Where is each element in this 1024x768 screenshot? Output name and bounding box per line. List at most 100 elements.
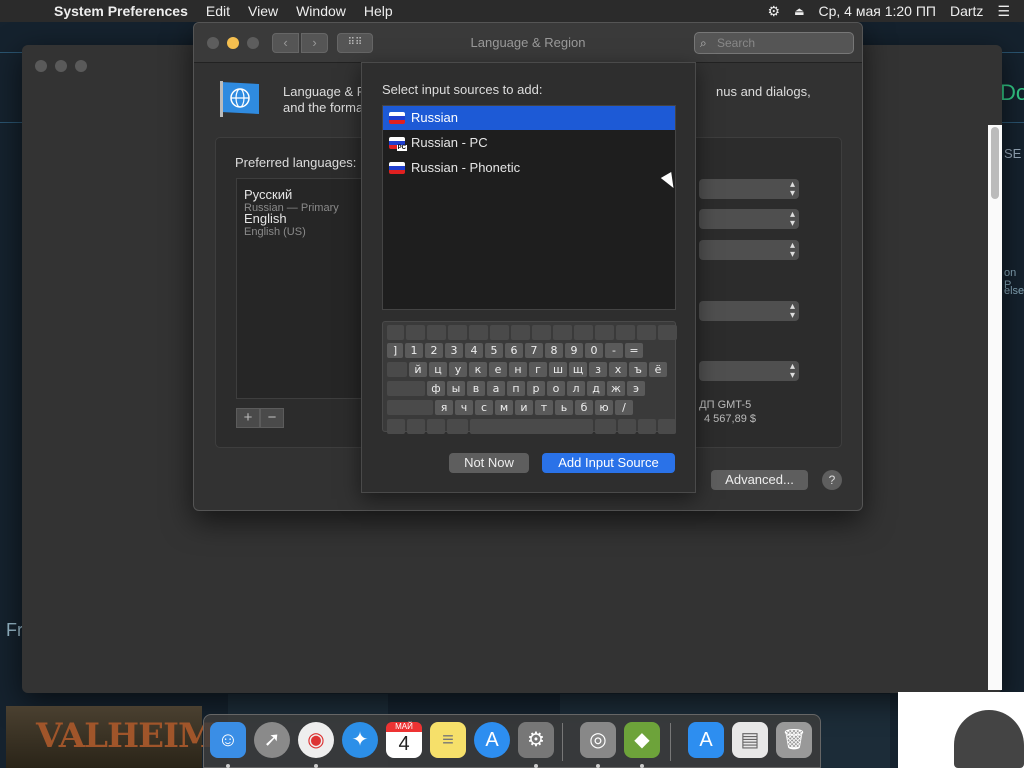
keyboard-key [387,381,425,396]
keyboard-row [387,419,678,435]
header-description: Language & R and the forma [283,84,366,116]
running-indicator [596,764,600,768]
eject-icon[interactable]: ⏏ [794,5,804,18]
not-now-button[interactable]: Not Now [449,453,529,473]
keyboard-key: м [495,400,513,415]
running-indicator [314,764,318,768]
scrollbar-thumb[interactable] [991,127,999,199]
keyboard-key: ] [387,343,403,358]
chrome-icon[interactable]: ◉ [298,722,334,758]
vectorworks-icon[interactable]: ◆ [624,722,660,758]
menu-help[interactable]: Help [364,3,393,19]
keyboard-key: б [575,400,593,415]
keyboard-key: д [587,381,605,396]
keyboard-key: 2 [425,343,443,358]
keyboard-key: п [507,381,525,396]
source-label: Russian - PC [411,135,488,150]
list-item[interactable]: Russian [383,106,675,130]
keyboard-row: я ч с м и т ь б ю / [387,400,635,416]
screenshot-icon[interactable]: ◎ [580,722,616,758]
header-line-2: and the forma [283,100,364,115]
keyboard-key: з [589,362,607,377]
first-day-select[interactable]: ▴ ▾ [699,209,799,229]
clock[interactable]: Ср, 4 мая 1:20 ПП [818,3,936,19]
keyboard-key: я [435,400,453,415]
status-area: ⚙ ⏏ Ср, 4 мая 1:20 ПП Dartz ☰ [768,0,1024,22]
add-input-source-button[interactable]: Add Input Source [542,453,675,473]
menu-edit[interactable]: Edit [206,3,230,19]
keyboard-key: 3 [445,343,463,358]
keyboard-key: г [529,362,547,377]
helmet-shape [954,710,1024,768]
add-language-button[interactable]: + [236,408,260,428]
preferred-languages-label: Preferred languages: [235,155,357,170]
keyboard-key: ы [447,381,465,396]
close-icon[interactable] [35,60,47,72]
app-status-icon[interactable]: ⚙ [768,3,781,20]
launchpad-icon[interactable]: ➚ [254,722,290,758]
updown-arrows-icon: ▴ ▾ [789,179,795,199]
notes-icon[interactable]: ≡ [430,722,466,758]
help-button[interactable]: ? [822,470,842,490]
keyboard-key: 4 [465,343,483,358]
keyboard-key: ю [595,400,613,415]
calendar-day: 4 [398,733,410,755]
add-remove-buttons: + − [236,408,284,428]
scrollbar[interactable] [988,125,1002,690]
finder-icon[interactable]: ☺ [210,722,246,758]
keyboard-row: фывапролджэ [387,381,647,397]
updown-arrows-icon: ▴ ▾ [789,209,795,229]
keyboard-key: 8 [545,343,563,358]
control-menu-icon[interactable]: ☰ [997,3,1010,20]
user-menu[interactable]: Dartz [950,3,983,19]
search-input[interactable]: ⌕ Search [694,32,854,54]
keyboard-key: э [627,381,645,396]
preferred-languages-list[interactable]: Русский Russian — Primary English Englis… [236,178,364,399]
source-label: Russian [411,110,458,125]
keyboard-key: в [467,381,485,396]
advanced-button[interactable]: Advanced... [711,470,808,490]
keyboard-row [387,325,679,341]
input-source-list[interactable]: Russian PC Russian - PC Russian - Phonet… [382,105,676,310]
zoom-icon[interactable] [75,60,87,72]
list-item[interactable]: English English (US) [244,211,306,238]
menu-window[interactable]: Window [296,3,346,19]
header-description-right: nus and dialogs, [716,84,811,99]
list-sort-select[interactable]: ▴ ▾ [699,361,799,381]
search-placeholder: Search [717,36,756,50]
keyboard-key: о [547,381,565,396]
keyboard-key [387,400,433,415]
system-preferences-icon[interactable]: ⚙ [518,722,554,758]
region-time-sample: 9 ДП GMT-5 [690,399,752,411]
minimize-icon[interactable] [55,60,67,72]
helmet-image [898,692,1024,768]
safari-icon[interactable]: ✦ [342,722,378,758]
app-store-icon[interactable]: A [474,722,510,758]
keyboard-row: ] 1 2 3 4 5 6 7 8 9 0- = [387,343,645,359]
keyboard-key: р [527,381,545,396]
list-item[interactable]: Russian - Phonetic [383,156,675,180]
calendar-select[interactable]: ▴ ▾ [699,240,799,260]
language-name: English [244,211,287,226]
list-item[interactable]: Русский Russian — Primary [244,187,339,214]
russia-flag-icon [389,162,405,174]
list-item[interactable]: PC Russian - PC [383,131,675,155]
keyboard-key: ц [429,362,447,377]
calendar-icon[interactable]: МАЙ 4 [386,722,422,758]
background-text: Do [1000,80,1024,105]
calendar-month: МАЙ [386,722,422,732]
trash-icon[interactable]: 🗑 [776,722,812,758]
running-indicator [534,764,538,768]
app-store-folder-icon[interactable]: A [688,722,724,758]
document-icon[interactable]: ▤ [732,722,768,758]
region-select[interactable]: ▴ ▾ [699,179,799,199]
remove-language-button[interactable]: − [260,408,284,428]
app-menu[interactable]: System Preferences [54,3,188,19]
keyboard-key: 5 [485,343,503,358]
keyboard-key: с [475,400,493,415]
keyboard-key: 1 [405,343,423,358]
dock-separator [670,723,671,761]
menu-view[interactable]: View [248,3,278,19]
background-text: else [1004,285,1024,297]
temperature-select[interactable]: ▴ ▾ [699,301,799,321]
